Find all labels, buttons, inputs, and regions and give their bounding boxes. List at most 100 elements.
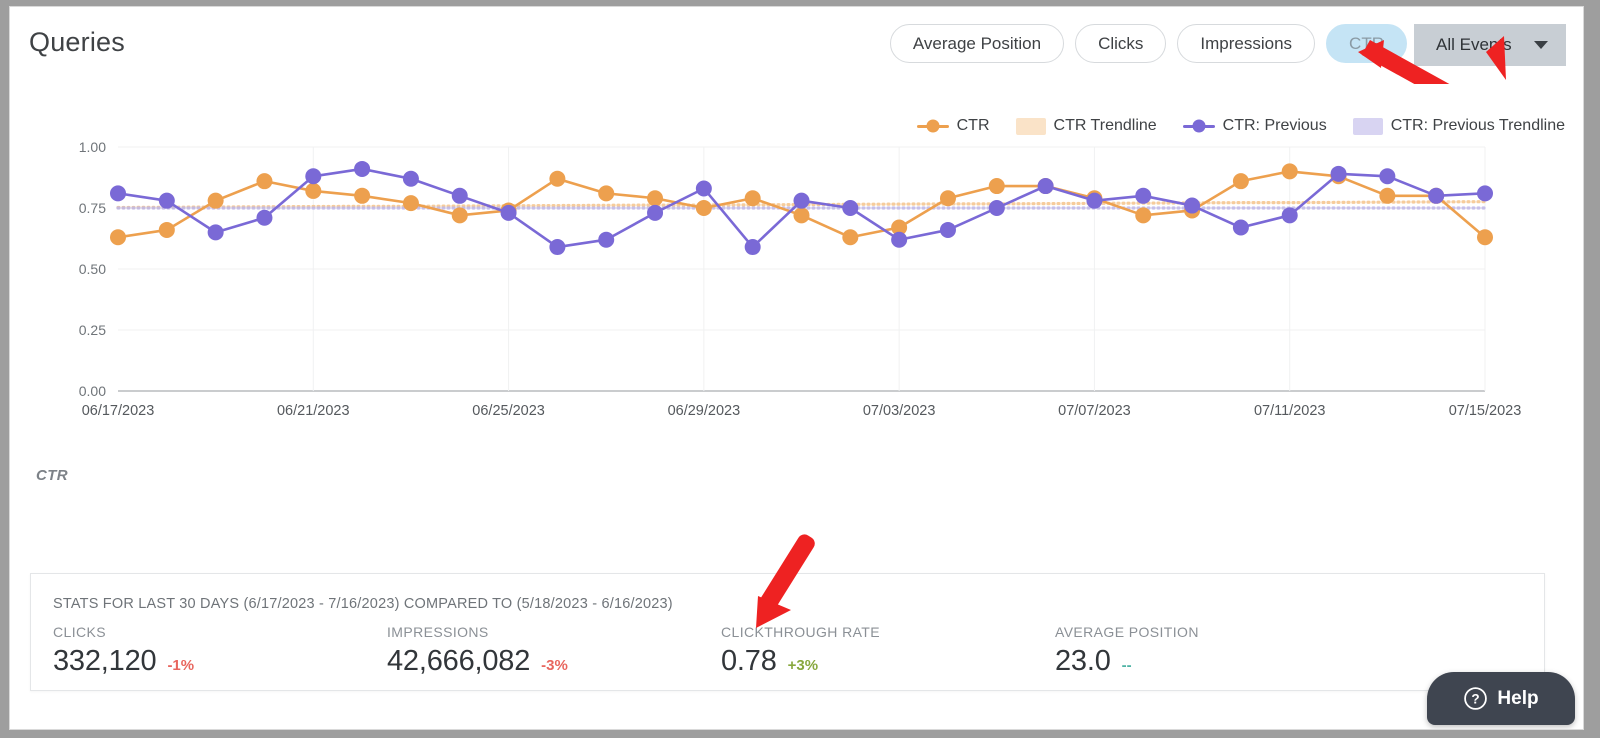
chart-gridlines bbox=[118, 146, 1486, 392]
data-point[interactable] bbox=[207, 224, 224, 241]
legend-item-ctr-previous-trendline[interactable]: CTR: Previous Trendline bbox=[1352, 117, 1565, 135]
data-point[interactable] bbox=[305, 182, 322, 199]
data-point[interactable] bbox=[939, 190, 956, 207]
stat-clicks: CLICKS 332,120 -1% bbox=[53, 624, 387, 678]
chart-legend: CTR CTR Trendline CTR: Previous CTR: Pre… bbox=[916, 117, 1565, 135]
data-point[interactable] bbox=[793, 207, 810, 224]
data-point[interactable] bbox=[1330, 165, 1347, 182]
stat-label: IMPRESSIONS bbox=[387, 624, 489, 640]
data-point[interactable] bbox=[1184, 197, 1201, 214]
legend-item-ctr[interactable]: CTR bbox=[916, 117, 990, 135]
data-point[interactable] bbox=[891, 231, 908, 248]
y-axis-tick-label: 0.50 bbox=[79, 261, 106, 277]
data-point[interactable] bbox=[305, 168, 322, 185]
data-point[interactable] bbox=[500, 204, 517, 221]
data-point[interactable] bbox=[110, 229, 126, 246]
data-point[interactable] bbox=[402, 195, 419, 212]
data-point[interactable] bbox=[793, 192, 810, 209]
stats-row: CLICKS 332,120 -1% IMPRESSIONS 42,666,08… bbox=[53, 624, 1534, 678]
legend-label: CTR: Previous bbox=[1222, 117, 1327, 134]
data-point[interactable] bbox=[549, 170, 566, 187]
stats-heading: STATS FOR LAST 30 DAYS (6/17/2023 - 7/16… bbox=[53, 596, 673, 612]
data-point[interactable] bbox=[1379, 168, 1396, 185]
data-point[interactable] bbox=[1477, 229, 1493, 246]
stat-delta: +3% bbox=[787, 657, 819, 674]
stat-label: CLICKS bbox=[53, 624, 106, 640]
data-point[interactable] bbox=[1135, 207, 1152, 224]
data-point[interactable] bbox=[598, 231, 615, 248]
data-point[interactable] bbox=[939, 221, 956, 238]
chart-x-axis: 06/17/2023 06/21/2023 06/25/2023 06/29/2023… bbox=[82, 403, 1522, 419]
data-point[interactable] bbox=[695, 200, 712, 216]
data-point[interactable] bbox=[842, 229, 859, 246]
data-point[interactable] bbox=[647, 190, 664, 207]
stat-value: 42,666,082 bbox=[387, 645, 531, 677]
data-point[interactable] bbox=[647, 204, 664, 221]
question-circle-icon: ? bbox=[1464, 687, 1488, 710]
stat-label: CLICKTHROUGH RATE bbox=[721, 624, 880, 640]
y-axis-tick-label: 0.25 bbox=[79, 322, 106, 338]
data-point[interactable] bbox=[695, 180, 712, 197]
stat-delta: -1% bbox=[167, 657, 195, 674]
y-axis-tick-label: 1.00 bbox=[79, 139, 106, 155]
data-point[interactable] bbox=[1281, 163, 1298, 180]
x-axis-tick-label: 07/11/2023 bbox=[1254, 403, 1326, 419]
data-point[interactable] bbox=[988, 178, 1005, 195]
data-point[interactable] bbox=[1135, 187, 1152, 204]
data-point[interactable] bbox=[598, 185, 615, 202]
metric-button-impressions[interactable]: Impressions bbox=[1177, 24, 1316, 63]
data-point[interactable] bbox=[158, 192, 175, 209]
legend-item-ctr-previous[interactable]: CTR: Previous bbox=[1182, 117, 1327, 135]
svg-text:?: ? bbox=[1472, 692, 1480, 707]
data-point[interactable] bbox=[1379, 187, 1396, 204]
data-point[interactable] bbox=[1086, 192, 1103, 209]
data-point[interactable] bbox=[1232, 173, 1249, 190]
data-point[interactable] bbox=[451, 187, 468, 204]
data-point[interactable] bbox=[207, 192, 224, 209]
data-point[interactable] bbox=[744, 239, 761, 256]
legend-swatch-icon bbox=[1015, 117, 1046, 135]
data-point[interactable] bbox=[110, 185, 126, 202]
data-point[interactable] bbox=[842, 200, 859, 216]
data-point[interactable] bbox=[158, 221, 175, 238]
ctr-chart[interactable]: 0.00 0.25 0.50 0.75 1.00 06/17/2023 06/21/202… bbox=[10, 135, 1583, 420]
metric-button-ctr[interactable]: CTR bbox=[1326, 24, 1407, 63]
legend-label: CTR: Previous Trendline bbox=[1390, 117, 1565, 134]
stat-clickthrough-rate: CLICKTHROUGH RATE 0.78 +3% bbox=[721, 624, 1055, 678]
y-axis-tick-label: 0.00 bbox=[79, 383, 106, 399]
data-point[interactable] bbox=[1281, 207, 1298, 224]
metric-button-group: Average Position Clicks Impressions CTR bbox=[889, 24, 1407, 63]
stat-value: 332,120 bbox=[53, 645, 157, 677]
x-axis-tick-label: 07/03/2023 bbox=[863, 403, 936, 419]
header: Queries Average Position Clicks Impressi… bbox=[10, 7, 1583, 89]
events-dropdown-label: All Events bbox=[1436, 35, 1512, 54]
x-axis-tick-label: 06/21/2023 bbox=[277, 403, 350, 419]
data-point[interactable] bbox=[451, 207, 468, 224]
chevron-down-icon bbox=[1534, 41, 1548, 49]
data-point[interactable] bbox=[354, 160, 371, 177]
data-point[interactable] bbox=[1477, 185, 1493, 202]
data-point[interactable] bbox=[402, 170, 419, 187]
data-point[interactable] bbox=[744, 190, 761, 207]
x-axis-tick-label: 06/17/2023 bbox=[82, 403, 155, 419]
data-point[interactable] bbox=[256, 209, 273, 226]
data-point[interactable] bbox=[354, 187, 371, 204]
x-axis-tick-label: 07/07/2023 bbox=[1058, 403, 1131, 419]
data-point[interactable] bbox=[1232, 219, 1249, 236]
data-point[interactable] bbox=[1428, 187, 1445, 204]
events-dropdown[interactable]: All Events bbox=[1414, 24, 1566, 66]
chart-y-axis: 0.00 0.25 0.50 0.75 1.00 bbox=[79, 139, 106, 399]
data-point[interactable] bbox=[256, 173, 273, 190]
stat-average-position: AVERAGE POSITION 23.0 -- bbox=[1055, 624, 1389, 678]
help-button[interactable]: ? Help bbox=[1427, 672, 1575, 725]
metric-button-clicks[interactable]: Clicks bbox=[1075, 24, 1167, 63]
data-point[interactable] bbox=[988, 200, 1005, 216]
stat-value: 23.0 bbox=[1055, 645, 1111, 677]
legend-item-ctr-trendline[interactable]: CTR Trendline bbox=[1015, 117, 1157, 135]
metric-button-average-position[interactable]: Average Position bbox=[889, 24, 1065, 63]
data-point[interactable] bbox=[549, 239, 566, 256]
stat-impressions: IMPRESSIONS 42,666,082 -3% bbox=[387, 624, 721, 678]
stat-delta: -3% bbox=[541, 657, 568, 674]
data-point[interactable] bbox=[1037, 178, 1054, 195]
x-axis-tick-label: 07/15/2023 bbox=[1449, 403, 1522, 419]
